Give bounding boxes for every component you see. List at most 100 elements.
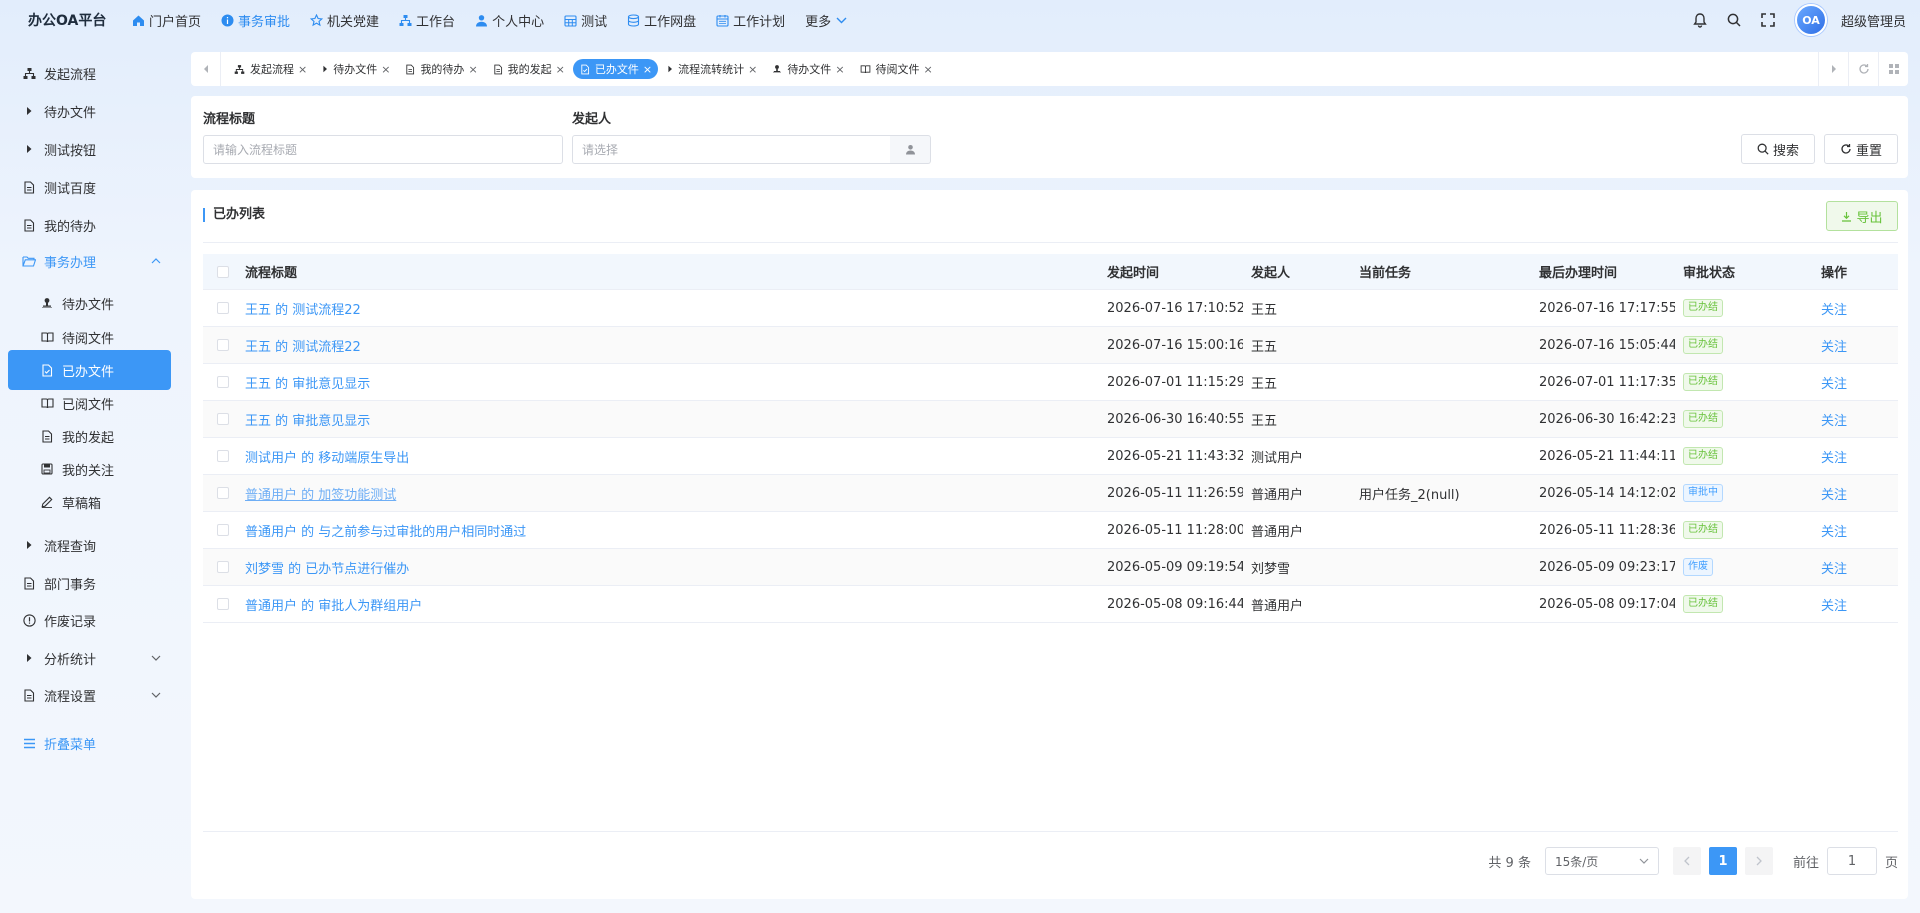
close-icon[interactable]: × xyxy=(643,63,652,76)
flow-title-link[interactable]: 王五 的 测试流程22 xyxy=(237,299,1099,318)
close-icon[interactable]: × xyxy=(468,63,477,76)
row-checkbox[interactable] xyxy=(217,339,229,351)
initiator-picker-button[interactable] xyxy=(890,135,931,164)
follow-link[interactable]: 关注 xyxy=(1813,336,1893,355)
sidebar-item-4[interactable]: 我的待办 xyxy=(8,205,171,245)
follow-link-text[interactable]: 关注 xyxy=(1821,414,1847,429)
tab-0[interactable]: 发起流程 × xyxy=(227,59,313,79)
prev-page-button[interactable] xyxy=(1672,847,1701,875)
username[interactable]: 超级管理员 xyxy=(1841,11,1906,30)
flow-title-link-text[interactable]: 王五 的 测试流程22 xyxy=(245,340,361,355)
sidebar-item-2[interactable]: 测试按钮 xyxy=(8,129,171,169)
row-checkbox-cell[interactable] xyxy=(203,598,237,610)
select-all-checkbox[interactable] xyxy=(217,265,229,278)
row-checkbox-cell[interactable] xyxy=(203,450,237,462)
row-checkbox[interactable] xyxy=(217,450,229,462)
tab-5[interactable]: 流程流转统计 × xyxy=(660,59,763,79)
sidebar-item-3[interactable]: 测试百度 xyxy=(8,167,171,207)
follow-link[interactable]: 关注 xyxy=(1813,299,1893,318)
follow-link[interactable]: 关注 xyxy=(1813,484,1893,503)
reset-button[interactable]: 重置 xyxy=(1824,134,1898,164)
follow-link-text[interactable]: 关注 xyxy=(1821,525,1847,540)
sidebar-item-16[interactable]: 分析统计 xyxy=(8,638,171,678)
bell-icon[interactable] xyxy=(1683,0,1717,40)
fullscreen-icon[interactable] xyxy=(1751,0,1785,40)
row-checkbox[interactable] xyxy=(217,487,229,499)
tab-2[interactable]: 我的待办 × xyxy=(398,59,483,79)
flow-title-link[interactable]: 王五 的 测试流程22 xyxy=(237,336,1099,355)
row-checkbox-cell[interactable] xyxy=(203,302,237,314)
goto-page-input[interactable]: 1 xyxy=(1826,847,1877,875)
avatar[interactable]: OA xyxy=(1794,4,1827,36)
page-size-select[interactable]: 15条/页 xyxy=(1544,847,1659,875)
close-icon[interactable]: × xyxy=(924,63,933,76)
row-checkbox-cell[interactable] xyxy=(203,561,237,573)
close-icon[interactable]: × xyxy=(381,63,390,76)
topnav-item-8[interactable]: 更多 xyxy=(795,0,858,40)
follow-link[interactable]: 关注 xyxy=(1813,595,1893,614)
flow-title-link-text[interactable]: 王五 的 审批意见显示 xyxy=(245,414,370,429)
row-checkbox[interactable] xyxy=(217,561,229,573)
search-button[interactable]: 搜索 xyxy=(1741,134,1815,164)
tabs-scroll-right-button[interactable] xyxy=(1818,52,1848,86)
row-checkbox-cell[interactable] xyxy=(203,524,237,536)
follow-link[interactable]: 关注 xyxy=(1813,410,1893,429)
flow-title-link[interactable]: 王五 的 审批意见显示 xyxy=(237,373,1099,392)
sidebar-item-15[interactable]: 作废记录 xyxy=(8,600,171,640)
tab-6[interactable]: 待办文件 × xyxy=(765,59,850,79)
flow-title-link-text[interactable]: 王五 的 审批意见显示 xyxy=(245,377,370,392)
tab-7[interactable]: 待阅文件 × xyxy=(853,59,939,79)
page-number-current[interactable]: 1 xyxy=(1708,847,1737,875)
tab-3[interactable]: 我的发起 × xyxy=(486,59,571,79)
refresh-button[interactable] xyxy=(1848,52,1878,86)
flow-title-link-text[interactable]: 王五 的 测试流程22 xyxy=(245,303,361,318)
flow-title-link-text[interactable]: 刘梦雪 的 已办节点进行催办 xyxy=(245,562,409,577)
topnav-item-6[interactable]: 工作网盘 xyxy=(617,0,706,40)
follow-link-text[interactable]: 关注 xyxy=(1821,377,1847,392)
follow-link[interactable]: 关注 xyxy=(1813,521,1893,540)
topnav-item-0[interactable]: 门户首页 xyxy=(122,0,211,40)
tab-1[interactable]: 待办文件 × xyxy=(315,59,396,79)
tabs-scroll-left-button[interactable] xyxy=(191,52,221,86)
follow-link-text[interactable]: 关注 xyxy=(1821,451,1847,466)
row-checkbox[interactable] xyxy=(217,598,229,610)
collapse-menu-button[interactable]: 折叠菜单 xyxy=(8,723,171,763)
row-checkbox[interactable] xyxy=(217,302,229,314)
flow-title-link-text[interactable]: 普通用户 的 加签功能测试 xyxy=(245,488,396,503)
select-all-checkbox-cell[interactable] xyxy=(203,265,237,278)
sidebar-item-17[interactable]: 流程设置 xyxy=(8,675,171,715)
flow-title-link[interactable]: 普通用户 的 与之前参与过审批的用户相同时通过 xyxy=(237,521,1099,540)
follow-link-text[interactable]: 关注 xyxy=(1821,599,1847,614)
row-checkbox-cell[interactable] xyxy=(203,339,237,351)
title-search-input[interactable]: 请输入流程标题 xyxy=(203,135,563,164)
flow-title-link-text[interactable]: 普通用户 的 与之前参与过审批的用户相同时通过 xyxy=(245,525,526,540)
follow-link-text[interactable]: 关注 xyxy=(1821,340,1847,355)
follow-link-text[interactable]: 关注 xyxy=(1821,488,1847,503)
topnav-item-7[interactable]: 工作计划 xyxy=(706,0,795,40)
row-checkbox[interactable] xyxy=(217,524,229,536)
sidebar-item-1[interactable]: 待办文件 xyxy=(8,91,171,131)
row-checkbox-cell[interactable] xyxy=(203,487,237,499)
topnav-item-3[interactable]: 工作台 xyxy=(389,0,465,40)
topnav-item-4[interactable]: 个人中心 xyxy=(465,0,554,40)
flow-title-link[interactable]: 王五 的 审批意见显示 xyxy=(237,410,1099,429)
flow-title-link[interactable]: 刘梦雪 的 已办节点进行催办 xyxy=(237,558,1099,577)
flow-title-link-text[interactable]: 测试用户 的 移动端原生导出 xyxy=(245,451,409,466)
follow-link[interactable]: 关注 xyxy=(1813,447,1893,466)
follow-link[interactable]: 关注 xyxy=(1813,373,1893,392)
sidebar-item-13[interactable]: 流程查询 xyxy=(8,525,171,565)
close-icon[interactable]: × xyxy=(748,63,757,76)
follow-link-text[interactable]: 关注 xyxy=(1821,303,1847,318)
flow-title-link-text[interactable]: 普通用户 的 审批人为群组用户 xyxy=(245,599,422,614)
sidebar-item-5[interactable]: 事务办理 xyxy=(8,241,171,281)
tab-4[interactable]: 已办文件 × xyxy=(572,59,659,79)
row-checkbox-cell[interactable] xyxy=(203,376,237,388)
close-icon[interactable]: × xyxy=(556,63,565,76)
row-checkbox-cell[interactable] xyxy=(203,413,237,425)
tabs-menu-button[interactable] xyxy=(1878,52,1908,86)
export-button[interactable]: 导出 xyxy=(1826,201,1898,231)
topnav-item-5[interactable]: 测试 xyxy=(554,0,617,40)
row-checkbox[interactable] xyxy=(217,376,229,388)
flow-title-link[interactable]: 普通用户 的 加签功能测试 xyxy=(237,484,1099,503)
next-page-button[interactable] xyxy=(1744,847,1773,875)
